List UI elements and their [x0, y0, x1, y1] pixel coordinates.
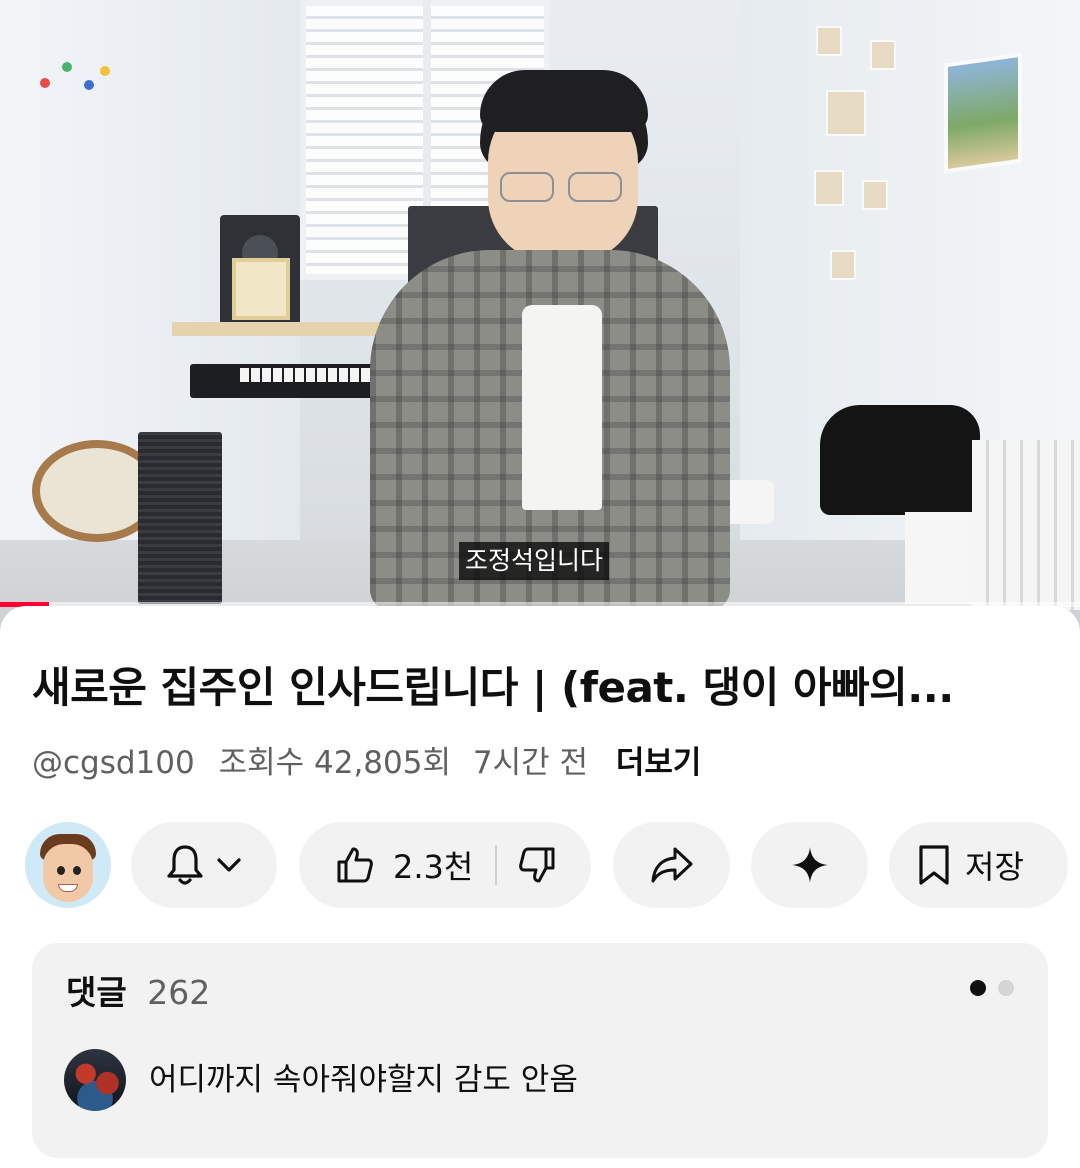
video-meta-row[interactable]: @cgsd100 조회수 42,805회 7시간 전 더보기	[32, 741, 701, 785]
comments-label: 댓글	[66, 973, 127, 1012]
video-scene-mobile	[40, 58, 110, 98]
video-scene-radiator	[972, 440, 1080, 610]
avatar-eye-right	[73, 866, 81, 875]
sparkle-icon	[790, 845, 830, 885]
video-scene-person-fringe	[480, 70, 648, 132]
video-scene-wall-cards	[810, 20, 900, 280]
upload-age: 7시간 전	[472, 745, 588, 781]
chevron-down-icon	[215, 855, 243, 875]
like-divider	[495, 845, 498, 885]
bookmark-icon	[917, 844, 951, 886]
pager-dot-active	[970, 980, 986, 996]
save-button[interactable]: 저장	[889, 822, 1068, 908]
comments-section[interactable]: 댓글 262 어디까지 속아줘야할지 감도 안옴	[32, 943, 1048, 1158]
top-comment-text: 어디까지 속아줘야할지 감도 안옴	[149, 1062, 578, 1098]
video-scene-box	[905, 512, 975, 604]
video-player[interactable]: 조정석입니다	[0, 0, 1080, 640]
video-scene-picture-frame	[232, 258, 290, 320]
comments-pager-dots	[970, 980, 1014, 996]
channel-avatar[interactable]	[25, 822, 111, 908]
avatar-eye-left	[57, 866, 65, 875]
video-scene-person-tshirt	[522, 305, 602, 510]
video-scene-poster	[944, 52, 1022, 174]
video-title[interactable]: 새로운 집주인 인사드립니다 | (feat. 댕이 아빠의...	[32, 660, 1062, 716]
bell-icon	[165, 843, 205, 887]
avatar-face	[43, 844, 93, 902]
comments-count: 262	[147, 973, 211, 1012]
notification-settings-button[interactable]	[131, 822, 277, 908]
channel-handle[interactable]: @cgsd100	[32, 745, 195, 781]
video-scene-person-glasses	[500, 172, 624, 202]
commenter-avatar	[64, 1049, 126, 1111]
video-subtitle: 조정석입니다	[459, 542, 610, 580]
comments-header: 댓글 262	[66, 969, 210, 1017]
share-button[interactable]	[613, 822, 730, 908]
ask-ai-button[interactable]	[751, 822, 868, 908]
video-scene-pc-tower	[138, 432, 222, 604]
like-dislike-group: 2.3천	[299, 822, 591, 908]
like-count[interactable]: 2.3천	[393, 842, 473, 888]
video-scene-bag	[820, 405, 980, 515]
view-count: 조회수 42,805회	[218, 745, 451, 781]
more-button[interactable]: 더보기	[616, 745, 702, 781]
share-arrow-icon	[650, 845, 694, 885]
thumbs-down-icon[interactable]	[517, 845, 557, 885]
thumbs-up-icon[interactable]	[335, 845, 375, 885]
pager-dot	[998, 980, 1014, 996]
save-label: 저장	[965, 848, 1024, 886]
